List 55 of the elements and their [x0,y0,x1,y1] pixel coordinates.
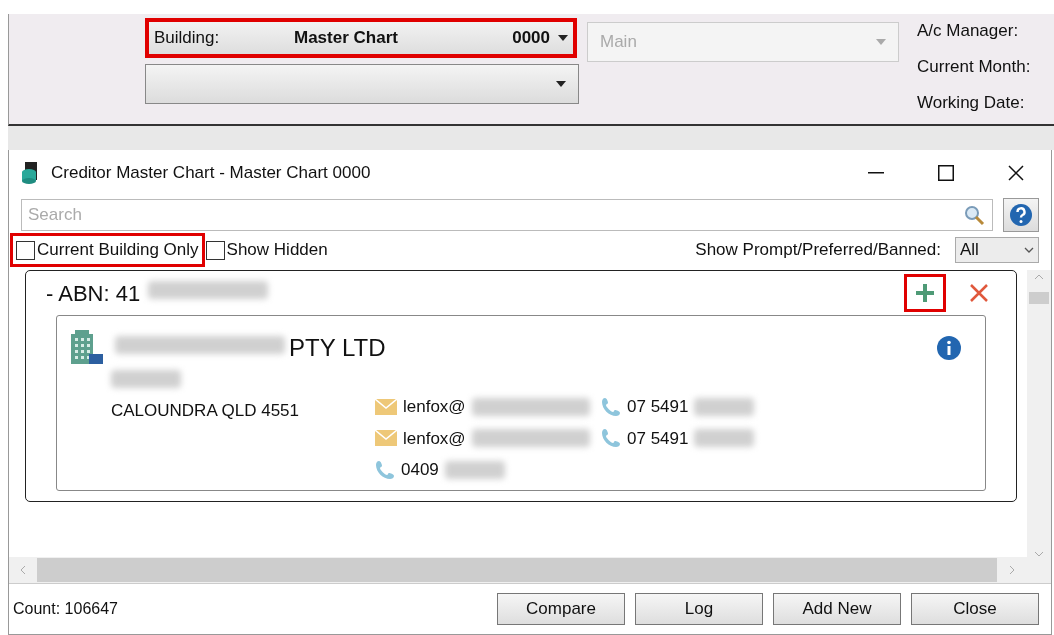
window-title: Creditor Master Chart - Master Chart 0000 [51,162,371,185]
phone-icon [375,459,395,480]
database-icon [21,162,39,184]
info-label: Current Month: [917,56,1031,78]
search-field[interactable]: Search [21,199,993,231]
chevron-up-icon [1034,274,1044,280]
plus-icon [915,283,935,303]
phone-text: 0409 [401,459,439,481]
abn-heading: - ABN: 41 [46,279,141,308]
search-icon [963,204,985,226]
maximize-icon [938,165,954,181]
chevron-right-icon [1009,565,1015,575]
info-icon [937,336,961,360]
add-button[interactable] [904,274,946,312]
info-label: A/c Manager: [917,20,1020,42]
building-dropdown[interactable]: Building: Master Chart 0000 [145,18,577,58]
help-button[interactable] [1003,198,1039,232]
checkbox[interactable]: Show Hidden [205,237,328,263]
redacted-text [694,429,755,448]
caret-icon [558,35,568,41]
envelope-icon [375,398,397,415]
chevron-icon [1024,247,1034,253]
count-label: Count: 106647 [13,599,118,619]
caret-icon [556,81,566,87]
dialog-button[interactable]: Add New [773,593,901,625]
filter-label: Show Prompt/Preferred/Banned: [695,239,941,262]
redacted-text [694,397,755,416]
info-label: Working Date: [917,92,1026,114]
email-text: lenfox@ [403,427,466,450]
building-icon [69,330,105,366]
cross-icon [969,283,989,303]
phone-text: 07 5491 [627,396,689,418]
dialog-button[interactable]: Compare [497,593,625,625]
scrollbar-thumb[interactable] [1029,292,1049,304]
dialog-button[interactable]: Close [911,593,1039,625]
minimize-icon [868,172,884,174]
phone-text: 07 5491 [627,427,689,450]
prompt-dropdown[interactable]: All [955,237,1039,263]
email-text: lenfox@ [403,396,466,418]
dropdown[interactable] [145,64,579,104]
redacted-text [111,370,181,388]
phone-icon [601,396,621,417]
caret-icon [876,39,886,45]
main-dropdown: Main [587,22,899,62]
vertical-scrollbar[interactable] [1027,270,1051,583]
envelope-icon [375,430,397,447]
chevron-left-icon [20,565,26,575]
company-name: PTY LTD [289,333,386,363]
chevron-down-icon [1034,551,1044,557]
checkbox[interactable]: Current Building Only [13,236,202,264]
phone-icon [601,428,621,449]
address-text: CALOUNDRA QLD 4551 [111,400,301,422]
help-icon [1009,203,1033,227]
redacted-text [444,460,505,479]
dialog-button[interactable]: Log [635,593,763,625]
